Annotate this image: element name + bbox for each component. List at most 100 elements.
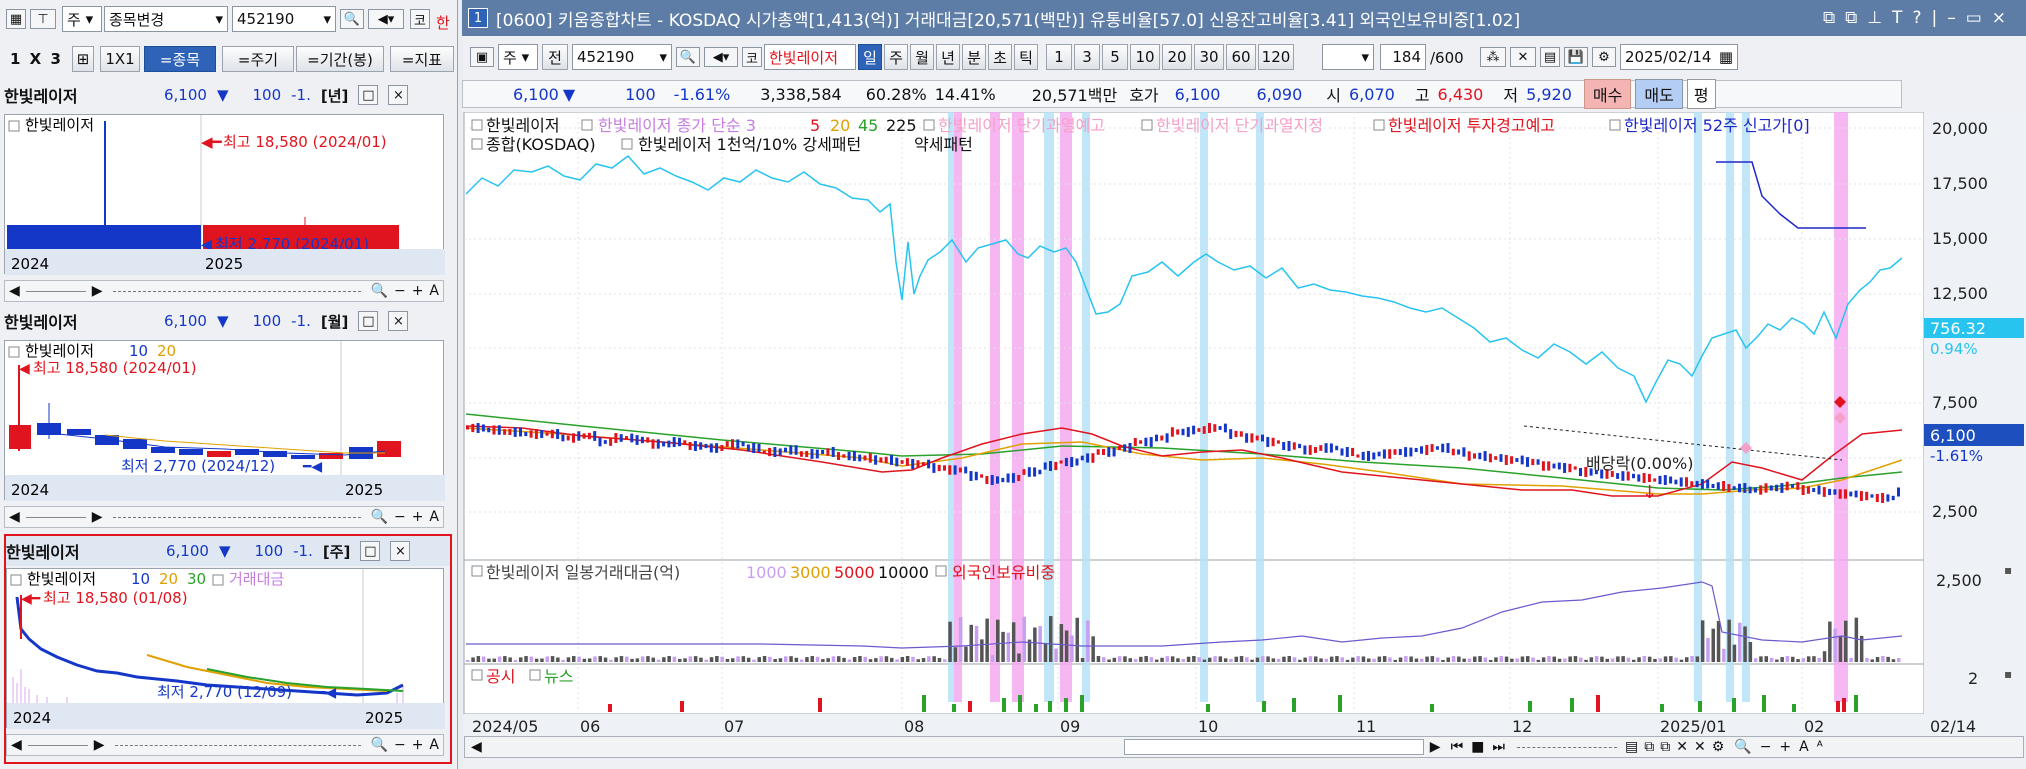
tab-period[interactable]: =주기 <box>222 46 294 72</box>
plus-icon[interactable]: + <box>412 283 424 299</box>
maximize-icon[interactable]: □ <box>358 311 379 331</box>
price-chart-svg[interactable]: 한빛레이저 한빛레이저 종가 단순 3 5 20 45 225 한빛레이저 단기… <box>462 111 2026 744</box>
interval-3[interactable]: 3 <box>1074 44 1100 70</box>
close-icon[interactable]: × <box>390 541 411 561</box>
period-month[interactable]: 월 <box>910 44 934 70</box>
interval-10[interactable]: 10 <box>1130 44 1160 70</box>
maximize-icon[interactable]: □ <box>358 85 379 105</box>
window-controls-icon[interactable]: ⧉⧉⊥T?|–▭× <box>1823 8 2026 28</box>
zoom-icon[interactable]: 🔍 <box>1730 739 1755 755</box>
first-icon[interactable]: ⏮ <box>1447 739 1468 755</box>
text-tool-icon[interactable]: A <box>429 509 439 525</box>
mode-select[interactable]: 주 ▾ <box>498 44 538 70</box>
period-day[interactable]: 일 <box>858 44 882 70</box>
maximize-icon[interactable]: □ <box>360 541 381 561</box>
count-input[interactable]: 184 <box>1380 44 1426 70</box>
zoom-icon[interactable]: 🔍 <box>371 509 388 525</box>
minus-icon[interactable]: − <box>394 283 406 299</box>
date-input[interactable]: 2025/02/14 ▦ <box>1620 44 1738 70</box>
scroll-thumb[interactable] <box>1123 739 1424 755</box>
text-tool-icon[interactable]: A <box>429 283 439 299</box>
plus-icon[interactable]: + <box>412 737 424 753</box>
tab-indicator[interactable]: =지표 <box>390 46 454 72</box>
scroll-right-icon[interactable]: ▶ <box>92 283 103 299</box>
indicator-icon[interactable]: ▤ <box>1540 47 1560 67</box>
search-icon[interactable]: 🔍 <box>340 9 364 29</box>
avg-button[interactable]: 평 <box>1686 79 1716 109</box>
period-year[interactable]: 년 <box>936 44 960 70</box>
mode-select[interactable]: 주 ▾ <box>62 6 102 32</box>
scroll-left-icon[interactable]: ◀ <box>9 283 20 299</box>
period-minute[interactable]: 분 <box>962 44 986 70</box>
text-tool-icon[interactable]: A <box>1795 739 1813 755</box>
market-button[interactable]: 코 <box>742 47 762 67</box>
text-tool-icon[interactable]: A <box>429 737 439 753</box>
main-scrollbar[interactable]: ◀ ▶ ⏮ ■ ⏭ ▤⧉⧉✕✕⚙ 🔍 − + A ᴬ <box>464 736 2024 758</box>
grid-icon[interactable]: ▦ <box>6 9 26 29</box>
code-input[interactable]: 452190 ▾ <box>232 6 336 32</box>
calendar-icon[interactable]: ▦ <box>1719 48 1733 66</box>
draw-tool-icon[interactable]: ✕ <box>1510 47 1536 67</box>
pane-close-icon[interactable]: ▪ <box>2004 667 2012 681</box>
layout-split-button[interactable]: ⊞ <box>72 46 94 72</box>
settings-icon[interactable]: ⚙ <box>1592 47 1616 67</box>
zoom-icon[interactable]: 🔍 <box>371 283 388 299</box>
zoom-icon[interactable]: 🔍 <box>371 737 388 753</box>
prev-button[interactable]: 전 <box>542 44 568 70</box>
period-week[interactable]: 주 <box>884 44 908 70</box>
code-input[interactable]: 452190 ▾ <box>572 44 672 70</box>
period-tick[interactable]: 틱 <box>1014 44 1038 70</box>
save-icon[interactable]: 💾 <box>1564 47 1588 67</box>
layout-1x1-button[interactable]: 1X1 <box>100 46 140 72</box>
candle <box>1287 441 1291 451</box>
interval-30[interactable]: 30 <box>1194 44 1224 70</box>
search-icon[interactable]: 🔍 <box>676 47 700 67</box>
candle <box>1886 494 1890 502</box>
scroll-left-icon[interactable]: ◀ <box>11 737 22 753</box>
text-tool-small-icon[interactable]: ᴬ <box>1813 739 1827 755</box>
scroll-right-icon[interactable]: ▶ <box>92 509 103 525</box>
last-icon[interactable]: ⏭ <box>1488 739 1509 755</box>
speaker-icon[interactable]: ◀▾ <box>368 9 404 29</box>
sell-button[interactable]: 매도 <box>1635 79 1683 109</box>
tab-stock[interactable]: =종목 <box>144 46 216 72</box>
main-chart[interactable]: 한빛레이저 한빛레이저 종가 단순 3 5 20 45 225 한빛레이저 단기… <box>462 111 2026 744</box>
close-icon[interactable]: × <box>388 311 409 331</box>
scroll-right-icon[interactable]: ▶ <box>1424 739 1447 755</box>
volume-bar <box>683 658 687 662</box>
scroll-right-icon[interactable]: ▶ <box>94 737 105 753</box>
pin-icon[interactable]: ⊤ <box>30 9 56 29</box>
tab-range[interactable]: =기간(봉) <box>296 46 384 72</box>
minus-icon[interactable]: − <box>394 509 406 525</box>
interval-select[interactable]: ▾ <box>1322 44 1374 70</box>
pane-close-icon[interactable]: ▪ <box>2004 563 2012 577</box>
minus-icon[interactable]: − <box>394 737 406 753</box>
plus-icon[interactable]: + <box>1775 739 1795 755</box>
scroll-left-icon[interactable]: ◀ <box>9 509 20 525</box>
interval-120[interactable]: 120 <box>1258 44 1294 70</box>
stop-icon[interactable]: ■ <box>1467 739 1488 755</box>
interval-1[interactable]: 1 <box>1046 44 1072 70</box>
volume-bar <box>1123 656 1127 662</box>
volume-bar <box>619 656 624 662</box>
volume-bar <box>1769 657 1774 662</box>
layout-icon[interactable]: ▣ <box>470 47 494 67</box>
candle <box>1261 434 1264 442</box>
tools-icon[interactable]: ▤⧉⧉✕✕⚙ <box>1625 739 1730 755</box>
chart-tool-icon[interactable]: ⁂ <box>1480 47 1506 67</box>
candle <box>678 437 681 447</box>
quote-pct: -1.61% <box>673 84 731 104</box>
y-tick: 7,500 <box>1932 393 1978 412</box>
minus-icon[interactable]: − <box>1756 739 1776 755</box>
stock-change-select[interactable]: 종목변경 ▾ <box>104 6 228 32</box>
interval-5[interactable]: 5 <box>1102 44 1128 70</box>
period-second[interactable]: 초 <box>988 44 1012 70</box>
code-type-button[interactable]: 코 <box>410 9 430 29</box>
speaker-icon[interactable]: ◀▾ <box>704 47 738 67</box>
buy-button[interactable]: 매수 <box>1583 79 1632 109</box>
close-icon[interactable]: × <box>388 85 409 105</box>
plus-icon[interactable]: + <box>412 509 424 525</box>
scroll-left-icon[interactable]: ◀ <box>465 739 488 755</box>
interval-60[interactable]: 60 <box>1226 44 1256 70</box>
interval-20[interactable]: 20 <box>1162 44 1192 70</box>
